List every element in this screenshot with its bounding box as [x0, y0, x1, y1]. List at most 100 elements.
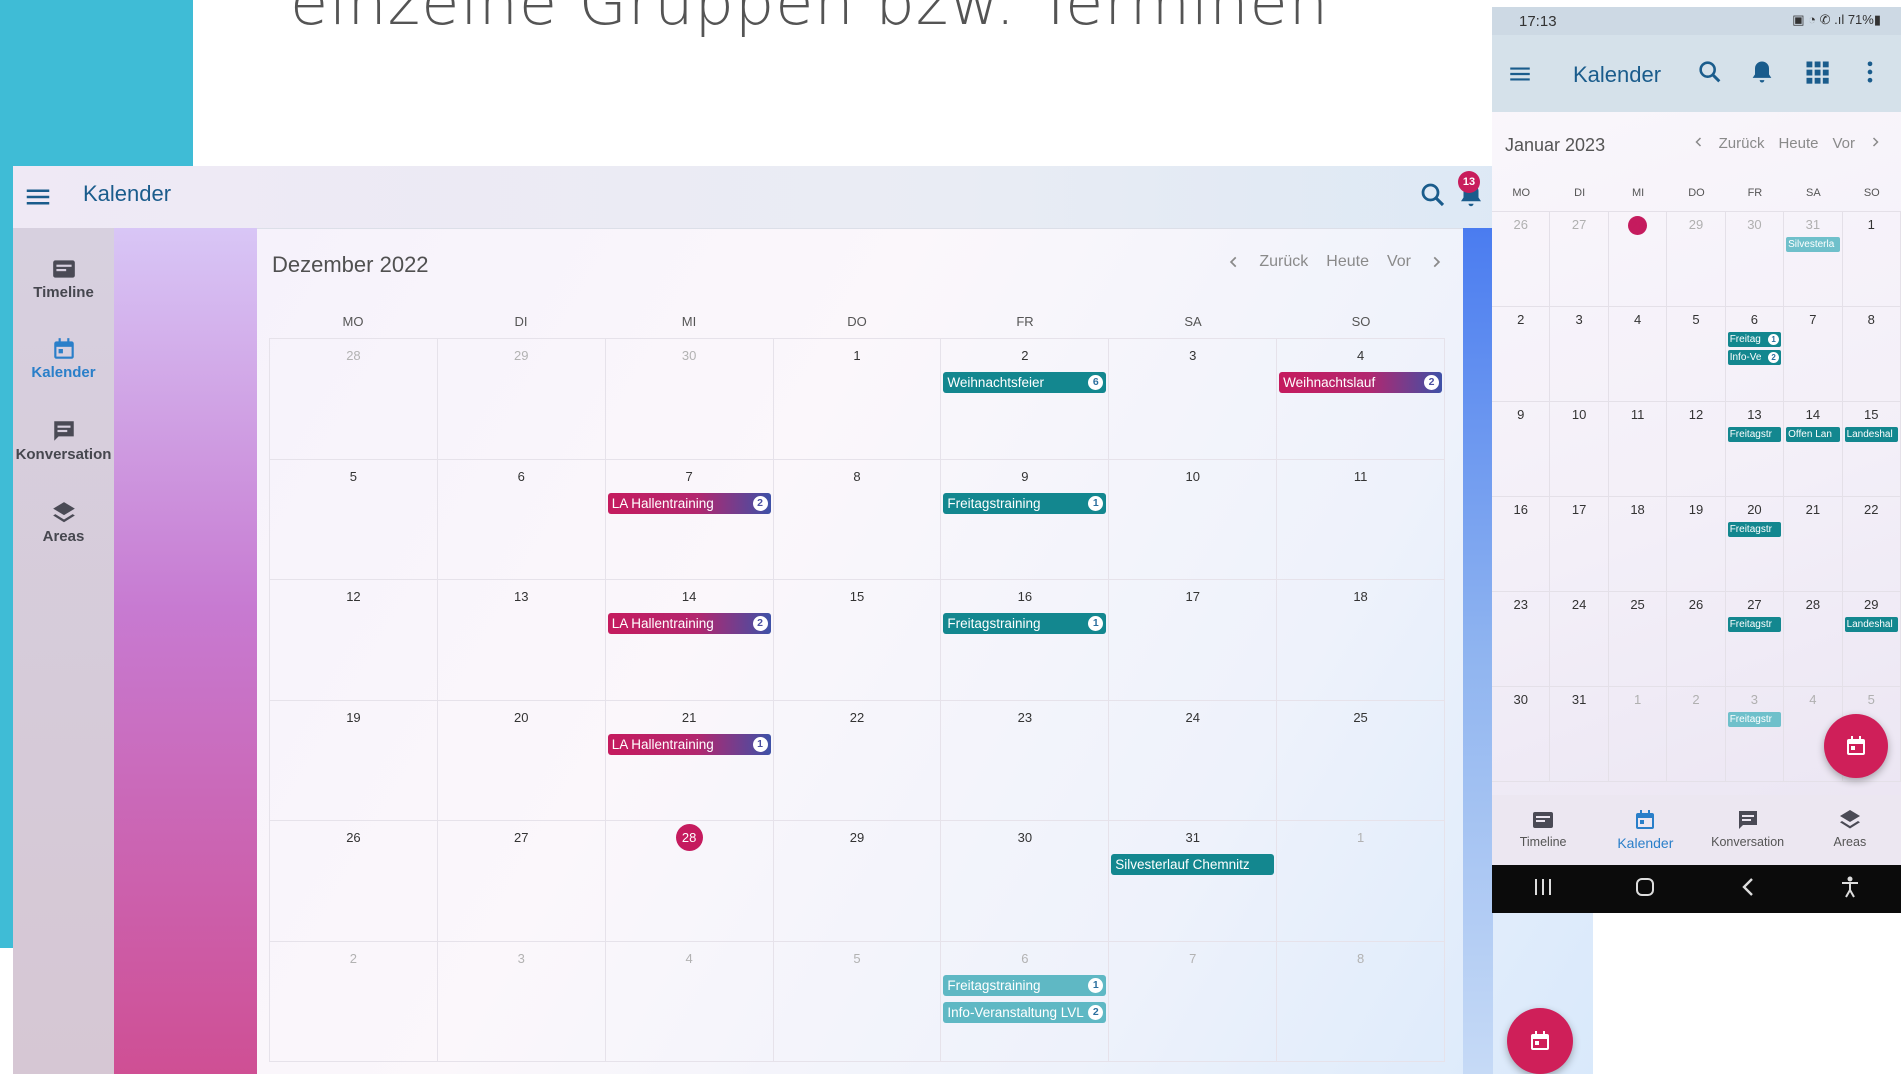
next-button[interactable]: Vor: [1387, 253, 1411, 271]
day-cell[interactable]: 5: [270, 459, 438, 580]
day-cell[interactable]: 28: [1784, 592, 1843, 687]
day-cell[interactable]: 23: [941, 700, 1110, 821]
day-cell[interactable]: 10: [1109, 459, 1278, 580]
day-cell[interactable]: 26: [270, 821, 438, 942]
back-button[interactable]: Zurück: [1719, 135, 1765, 152]
day-cell[interactable]: 5: [1667, 307, 1726, 402]
day-cell[interactable]: 10: [1550, 402, 1609, 497]
search-icon[interactable]: [1418, 180, 1448, 210]
day-cell[interactable]: 3: [1550, 307, 1609, 402]
search-icon[interactable]: [1696, 58, 1724, 91]
event-chip[interactable]: Freitagstr: [1727, 712, 1782, 727]
day-cell[interactable]: 17: [1550, 497, 1609, 592]
day-cell[interactable]: 1: [773, 339, 942, 460]
recent-apps-icon[interactable]: [1532, 877, 1554, 902]
chevron-left-icon[interactable]: [1693, 135, 1705, 152]
day-cell[interactable]: 16 Freitagstraining 1: [941, 580, 1110, 701]
day-cell[interactable]: 1: [1842, 212, 1901, 307]
event-chip[interactable]: LA Hallentraining 2: [607, 613, 771, 634]
menu-icon[interactable]: [23, 182, 53, 212]
day-cell[interactable]: 22: [1842, 497, 1901, 592]
day-cell[interactable]: 2 Weihnachtsfeier 6: [941, 339, 1110, 460]
day-cell[interactable]: 17: [1109, 580, 1278, 701]
event-chip[interactable]: Freitagstr: [1727, 427, 1782, 442]
chevron-left-icon[interactable]: [1227, 255, 1241, 269]
day-cell[interactable]: 15 Landeshal: [1842, 402, 1901, 497]
day-cell[interactable]: 2: [1667, 687, 1726, 782]
bottom-nav-konversation[interactable]: Konversation: [1697, 795, 1799, 865]
day-cell[interactable]: 29: [437, 339, 606, 460]
day-cell[interactable]: 30: [1492, 687, 1551, 782]
day-cell[interactable]: 7: [1784, 307, 1843, 402]
notification-bell-icon[interactable]: [1748, 58, 1776, 91]
day-cell[interactable]: 27: [1550, 212, 1609, 307]
day-cell[interactable]: 11: [1277, 459, 1445, 580]
day-cell[interactable]: 3 Freitagstr: [1725, 687, 1785, 782]
rail-item-areas[interactable]: Areas: [13, 500, 114, 545]
add-event-fab[interactable]: [1824, 714, 1888, 778]
day-cell[interactable]: 27: [437, 821, 606, 942]
day-cell[interactable]: 28: [605, 821, 774, 942]
more-options-icon[interactable]: [1856, 58, 1884, 91]
day-cell[interactable]: 24: [1550, 592, 1609, 687]
day-cell[interactable]: 8: [1277, 941, 1445, 1062]
event-chip[interactable]: Silvesterla: [1786, 237, 1840, 252]
event-chip[interactable]: Landeshal: [1844, 617, 1898, 632]
day-cell[interactable]: 31: [1550, 687, 1609, 782]
day-cell[interactable]: 4: [1608, 307, 1668, 402]
menu-icon[interactable]: [1507, 61, 1533, 92]
day-cell[interactable]: 4 Weihnachtslauf 2: [1277, 339, 1445, 460]
day-cell[interactable]: 29: [773, 821, 942, 942]
event-chip[interactable]: Silvesterlauf Chemnitz: [1111, 854, 1275, 875]
day-cell[interactable]: 1: [1277, 821, 1445, 942]
day-cell[interactable]: 8: [1842, 307, 1901, 402]
event-chip[interactable]: Info-Ve 2: [1727, 350, 1782, 365]
day-cell[interactable]: 21 LA Hallentraining 1: [605, 700, 774, 821]
day-cell[interactable]: 16: [1492, 497, 1551, 592]
bottom-nav-areas[interactable]: Areas: [1799, 795, 1901, 865]
day-cell[interactable]: 6 Freitagstraining 1 Info-Veranstaltung LVL…: [941, 941, 1110, 1062]
day-cell[interactable]: 18: [1277, 580, 1445, 701]
rail-item-konversation[interactable]: Konversation: [13, 418, 114, 463]
event-chip[interactable]: Freitagstraining 1: [943, 974, 1107, 996]
day-cell[interactable]: 29 Landeshal: [1842, 592, 1901, 687]
event-chip[interactable]: Freitagstr: [1727, 522, 1782, 537]
day-cell[interactable]: 13 Freitagstr: [1725, 402, 1785, 497]
day-cell[interactable]: 23: [1492, 592, 1551, 687]
event-chip[interactable]: Landeshal: [1844, 427, 1898, 442]
event-chip[interactable]: Freitagstraining 1: [943, 492, 1107, 514]
chevron-right-icon[interactable]: [1869, 135, 1881, 152]
day-cell[interactable]: 2: [270, 941, 438, 1062]
event-chip[interactable]: Offen Lan: [1786, 427, 1840, 442]
day-cell[interactable]: 20: [437, 700, 606, 821]
day-cell[interactable]: 26: [1492, 212, 1551, 307]
day-cell[interactable]: 6 Freitag 1 Info-Ve 2: [1725, 307, 1785, 402]
day-cell[interactable]: 11: [1608, 402, 1668, 497]
chevron-right-icon[interactable]: [1429, 255, 1443, 269]
day-cell[interactable]: 6: [437, 459, 606, 580]
day-cell[interactable]: 5: [773, 941, 942, 1062]
today-button[interactable]: Heute: [1778, 135, 1818, 152]
day-cell[interactable]: 30: [941, 821, 1110, 942]
rail-item-kalender[interactable]: Kalender: [13, 336, 114, 381]
day-cell[interactable]: 12: [270, 580, 438, 701]
event-chip[interactable]: Freitag 1: [1727, 332, 1782, 347]
day-cell[interactable]: 14 Offen Lan: [1784, 402, 1843, 497]
grid-view-icon[interactable]: [1803, 58, 1831, 91]
day-cell[interactable]: 7 LA Hallentraining 2: [605, 459, 774, 580]
home-icon[interactable]: [1634, 876, 1656, 903]
next-button[interactable]: Vor: [1832, 135, 1855, 152]
day-cell[interactable]: 12: [1667, 402, 1726, 497]
day-cell[interactable]: 14 LA Hallentraining 2: [605, 580, 774, 701]
day-cell[interactable]: 7: [1109, 941, 1278, 1062]
day-cell[interactable]: 15: [773, 580, 942, 701]
day-cell[interactable]: 1: [1608, 687, 1668, 782]
day-cell[interactable]: 22: [773, 700, 942, 821]
day-cell[interactable]: 20 Freitagstr: [1725, 497, 1785, 592]
day-cell[interactable]: 28: [270, 339, 438, 460]
add-event-fab[interactable]: [1507, 1008, 1573, 1074]
event-chip[interactable]: LA Hallentraining 1: [607, 733, 771, 755]
event-chip[interactable]: Info-Veranstaltung LVL 2: [943, 1001, 1107, 1023]
bottom-nav-kalender[interactable]: Kalender: [1594, 795, 1696, 865]
day-cell[interactable]: 19: [1667, 497, 1726, 592]
